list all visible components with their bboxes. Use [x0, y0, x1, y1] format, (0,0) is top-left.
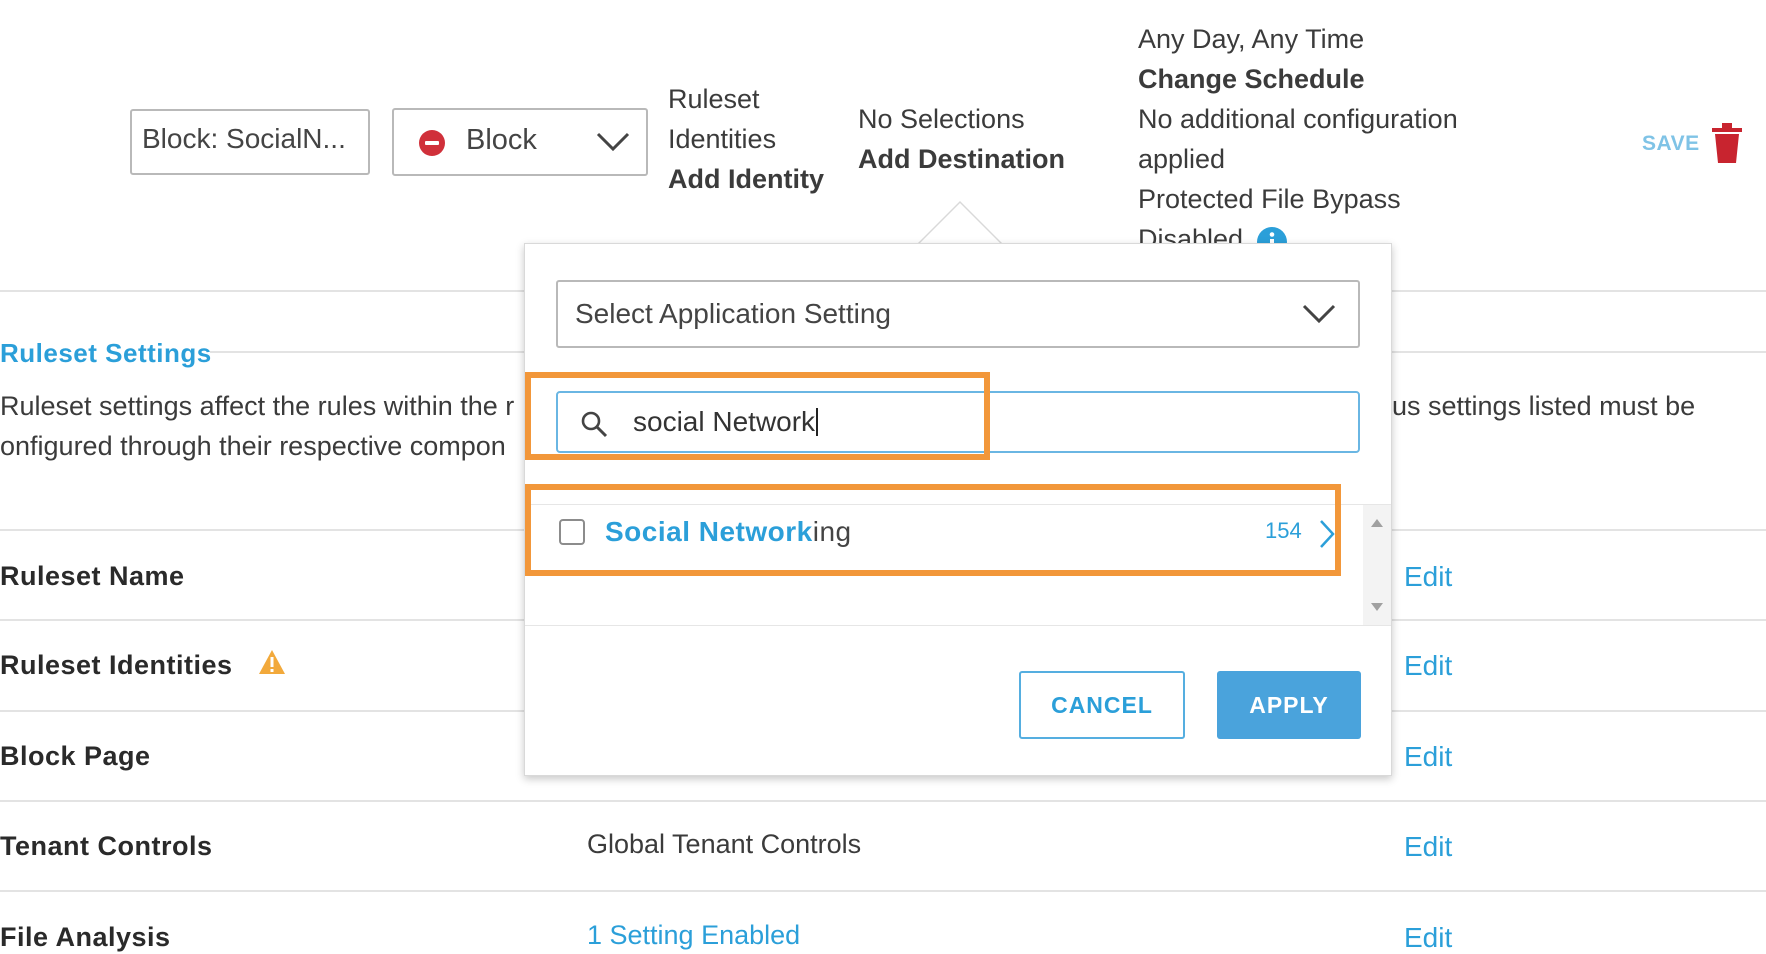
row-value: Global Tenant Controls — [587, 829, 862, 859]
highlight-result — [525, 484, 1341, 576]
edit-link[interactable]: Edit — [1404, 741, 1452, 773]
trash-icon[interactable] — [1712, 122, 1742, 164]
schedule-value: Any Day, Any Time — [1138, 24, 1365, 54]
application-setting-select[interactable]: Select Application Setting — [556, 280, 1360, 348]
row-label: File Analysis — [0, 922, 171, 952]
block-icon — [419, 130, 445, 156]
change-schedule-link[interactable]: Change Schedule — [1138, 64, 1365, 95]
popover-caret — [918, 200, 1002, 246]
advanced-config-status-1: No additional configuration — [1138, 104, 1458, 134]
destinations-status: No Selections — [858, 104, 1025, 134]
highlight-search — [525, 372, 990, 460]
apply-button[interactable]: APPLY — [1217, 671, 1361, 739]
action-select[interactable]: Block — [392, 108, 648, 176]
identities-label-2: Identities — [668, 124, 777, 154]
section-title: Ruleset Settings — [0, 338, 212, 368]
row-label: Ruleset Identities — [0, 650, 233, 680]
scroll-up-icon[interactable] — [1371, 519, 1383, 527]
row-divider — [0, 800, 1766, 802]
scroll-down-icon[interactable] — [1371, 603, 1383, 611]
rule-name-input[interactable]: Block: SocialN... — [130, 109, 370, 175]
row-divider — [0, 890, 1766, 892]
file-bypass-status-1: Protected File Bypass — [1138, 184, 1401, 214]
identities-label-1: Ruleset — [668, 84, 760, 114]
cancel-button[interactable]: CANCEL — [1019, 671, 1185, 739]
edit-link[interactable]: Edit — [1404, 561, 1452, 593]
row-label: Tenant Controls — [0, 831, 213, 861]
row-label: Ruleset Name — [0, 561, 185, 591]
scrollbar[interactable] — [1363, 505, 1391, 625]
action-select-value: Block — [466, 124, 537, 156]
save-button[interactable]: SAVE — [1642, 132, 1700, 156]
advanced-config-status-2: applied — [1138, 144, 1226, 174]
row-label: Block Page — [0, 741, 151, 771]
row-value-link[interactable]: 1 Setting Enabled — [587, 920, 800, 951]
edit-link[interactable]: Edit — [1404, 650, 1452, 682]
chevron-down-icon — [596, 132, 630, 152]
application-setting-select-label: Select Application Setting — [575, 298, 891, 329]
edit-link[interactable]: Edit — [1404, 831, 1452, 863]
edit-link[interactable]: Edit — [1404, 922, 1452, 954]
warning-icon — [259, 650, 285, 674]
settings-description-1: Ruleset settings affect the rules within… — [0, 391, 515, 421]
settings-description-right: us settings listed must be — [1392, 391, 1696, 421]
add-destination-link[interactable]: Add Destination — [858, 144, 1065, 175]
add-identity-link[interactable]: Add Identity — [668, 164, 824, 195]
settings-description-2: onfigured through their respective compo… — [0, 431, 506, 461]
chevron-down-icon — [1302, 304, 1336, 324]
